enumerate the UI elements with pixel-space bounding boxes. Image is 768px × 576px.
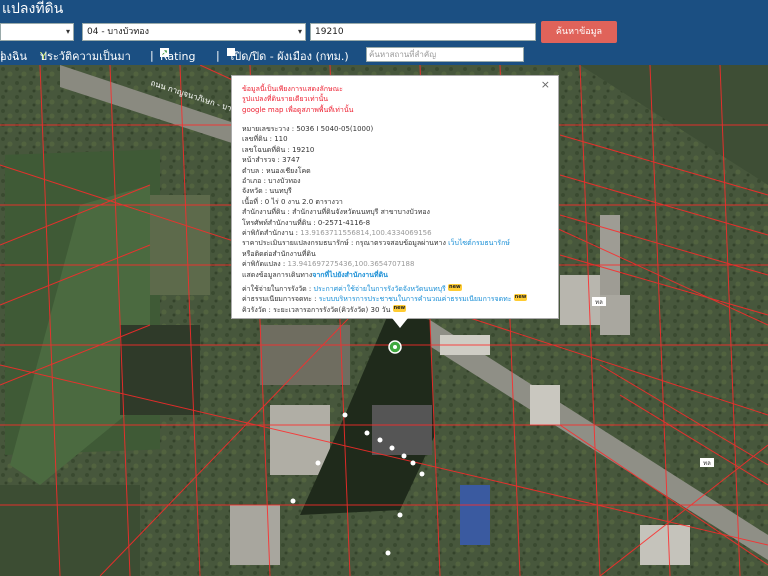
blue-roof-building <box>460 485 490 545</box>
layer-toggle-label: องฉิน <box>0 50 27 63</box>
extra-label: คิวรังวัด : ระยะเวลารอการรังวัด(คิวรังวั… <box>242 305 369 314</box>
appraisal-line2: หรือติดต่อสำนักงานที่ดิน <box>242 249 316 258</box>
survey-page: หน้าสำรวจ : 3747 <box>242 156 300 165</box>
district-select[interactable]: 04 - บางบัวทอง ▾ <box>82 23 306 41</box>
page-title: แปลงที่ดิน <box>2 1 64 17</box>
parcel-coord-label: ค่าพิกัดแปลง : <box>242 260 286 269</box>
parcel-coord: ค่าพิกัดแปลง : 13.941697275436,100.36547… <box>242 259 510 269</box>
search-button[interactable]: ค้นหาข้อมูล <box>541 21 617 43</box>
deed-no: เลขโฉนดที่ดิน : 19210 <box>242 145 315 154</box>
extra-label: ค่าใช้จ่ายในการรังวัด : <box>242 285 312 293</box>
parcel-details: หมายเลขระวาง : 5036 I 5040-05(1000) เลขท… <box>242 124 510 280</box>
building <box>372 405 432 455</box>
chevron-down-icon: ▾ <box>65 27 70 36</box>
building <box>530 385 560 425</box>
close-icon[interactable]: × <box>541 79 550 90</box>
province: จังหวัด : นนทบุรี <box>242 187 292 196</box>
dark-pond <box>120 325 200 415</box>
office-coord-value: 13.9163711556814,100.4334069156 <box>300 229 432 238</box>
road-marker-text: ทล <box>595 299 603 306</box>
parcel-info-popup: × ข้อมูลนี้เป็นเพียงการแสดงลักษณะ รูปแปล… <box>231 75 559 328</box>
place-search-input[interactable]: ค้นหาสถานที่สำคัญ <box>366 47 524 62</box>
popup-tail <box>392 318 408 328</box>
popup-warning: ข้อมูลนี้เป็นเพียงการแสดงลักษณะ รูปแปลงท… <box>242 84 353 115</box>
popup-extra: ค่าใช้จ่ายในการรังวัด : ประกาศค่าใช้จ่าย… <box>242 284 528 315</box>
field-patch <box>150 195 210 295</box>
appraisal-label: ราคาประเมินรายแปลงกรมธนารักษ์ : กรุณาตรว… <box>242 239 446 248</box>
yard-area <box>260 325 350 385</box>
warning-line: ข้อมูลนี้เป็นเพียงการแสดงลักษณะ <box>242 85 343 93</box>
toolbar-divider: | <box>150 49 154 62</box>
extra-row: ค่าใช้จ่ายในการรังวัด : ประกาศค่าใช้จ่าย… <box>242 284 527 294</box>
building <box>230 505 280 565</box>
route: แสดงข้อมูลการเดินทางจากที่ไปยังสำนักงานท… <box>242 270 510 280</box>
parcel-number-input[interactable]: 19210 <box>310 23 536 41</box>
new-badge: new <box>448 284 462 291</box>
area: เนื้อที่ : 0 ไร่ 0 งาน 2.0 ตารางวา <box>242 197 343 206</box>
extra-link[interactable]: ประกาศค่าใช้จ่ายในการรังวัดจังหวัดนนทบุร… <box>314 285 446 293</box>
land-office: สำนักงานที่ดิน : สำนักงานที่ดินจังหวัดนน… <box>242 208 430 217</box>
chevron-down-icon: ▾ <box>297 27 302 36</box>
office-phone: โทรศัพท์สำนักงานที่ดิน : 0-2571-4116-8 <box>242 218 371 227</box>
appraisal: ราคาประเมินรายแปลงกรมธนารักษ์ : กรุณาตรว… <box>242 238 510 248</box>
road-marker-text: ทล <box>703 460 711 467</box>
amphoe: อำเภอ : บางบัวทอง <box>242 177 301 186</box>
extra-value: 30 วัน <box>370 305 391 314</box>
search-row: ▾ 04 - บางบัวทอง ▾ 19210 ค้นหาข้อมูล <box>0 19 768 46</box>
zoning-label: เปิด/ปิด - ผังเมือง (กทม.) <box>230 50 349 63</box>
extra-label: ค่าธรรมเนียมการจดทะ : <box>242 295 317 304</box>
extra-row: ค่าธรรมเนียมการจดทะ : ระบบบริหารการประชา… <box>242 294 528 304</box>
parcel-coord-value: 13.941697275436,100.3654707188 <box>287 260 415 269</box>
toolbar-divider: | <box>216 49 220 62</box>
parcel-no: เลขที่ดิน : 110 <box>242 135 288 144</box>
route-link[interactable]: จากที่ไปยังสำนักงานที่ดิน <box>312 271 388 279</box>
route-label: แสดงข้อมูลการเดินทาง <box>242 270 313 279</box>
extra-row: คิวรังวัด : ระยะเวลารอการรังวัด(คิวรังวั… <box>242 304 527 315</box>
history-label: ประวัติความเป็นมา <box>40 50 131 63</box>
tambon: ตำบล : หนองเชียงโคด <box>242 166 311 175</box>
warning-line: รูปแปลงที่ดินรายเดียวเท่านั้น <box>242 95 329 104</box>
building <box>640 525 690 565</box>
map-sheet: หมายเลขระวาง : 5036 I 5040-05(1000) <box>242 125 374 133</box>
extra-link[interactable]: ระบบบริหารการประชาชนในการคำนวณค่าธรรมเนี… <box>319 295 512 303</box>
office-coord-label: ค่าพิกัดสำนักงาน : <box>242 229 298 238</box>
app-header: แปลงที่ดิน <box>0 0 768 19</box>
warning-line: google map เพื่อดูสภาพพื้นที่เท่านั้น <box>242 105 354 114</box>
district-select-value: 04 - บางบัวทอง <box>87 27 150 37</box>
new-badge: new <box>392 304 407 312</box>
map-pin-icon[interactable] <box>388 340 402 354</box>
zoning-toggle[interactable]: เปิด/ปิด - ผังเมือง (กทม.) <box>227 47 349 64</box>
new-badge: new <box>513 294 528 302</box>
rating-label: Rating <box>160 50 196 63</box>
layer-toggle[interactable]: องฉิน | <box>0 47 27 64</box>
appraisal-link[interactable]: เว็บไซต์กรมธนารักษ์ <box>448 239 510 247</box>
province-select[interactable]: ▾ <box>0 23 74 41</box>
field-patch <box>0 485 140 576</box>
office-coord: ค่าพิกัดสำนักงาน : 13.9163711556814,100.… <box>242 228 510 238</box>
